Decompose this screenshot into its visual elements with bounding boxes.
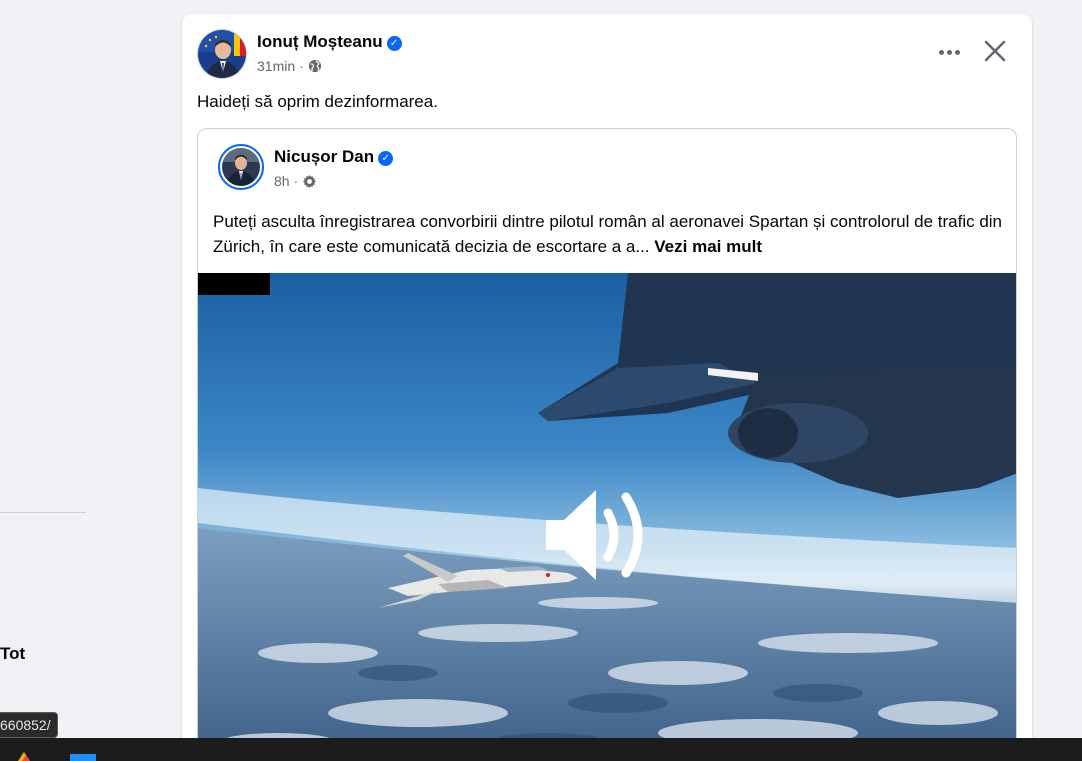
more-dot [946, 49, 952, 55]
meta-separator: · [293, 173, 299, 189]
shared-post-meta: 8h · [274, 173, 317, 189]
shared-author-name[interactable]: Nicușor Dan ✓ [274, 147, 394, 167]
url-tooltip-text: 660852/ [0, 717, 51, 733]
sidebar-divider [0, 512, 86, 513]
author-name-text[interactable]: Ionuț Moșteanu [257, 32, 383, 51]
author-name[interactable]: Ionuț Moșteanu ✓ [257, 32, 402, 52]
shared-author-avatar[interactable] [218, 144, 264, 190]
shared-post-text: Puteți asculta înregistrarea convorbirii… [213, 209, 1003, 259]
shared-post-time[interactable]: 8h [274, 173, 290, 189]
post-meta: 31min · [257, 58, 322, 74]
app-icon[interactable] [70, 754, 96, 761]
author-avatar[interactable] [197, 29, 247, 79]
shared-author-name-text[interactable]: Nicușor Dan [274, 147, 374, 166]
see-more-link[interactable]: Vezi mai mult [654, 237, 762, 256]
post-text: Haideți să oprim dezinformarea. [197, 92, 438, 111]
shared-post[interactable]: Nicușor Dan ✓ 8h · Puteți asculta înregis… [197, 128, 1017, 754]
shared-post-body: Puteți asculta înregistrarea convorbirii… [213, 212, 1003, 256]
shared-avatar-image [222, 148, 260, 186]
url-tooltip: 660852/ [0, 712, 58, 738]
app-icon[interactable] [14, 752, 36, 761]
taskbar [0, 738, 1082, 761]
author-avatar-image [198, 30, 246, 78]
video-frame [198, 273, 1016, 754]
more-options-button[interactable] [934, 40, 964, 64]
close-icon[interactable] [980, 36, 1010, 66]
post-time[interactable]: 31min [257, 58, 295, 74]
meta-separator: · [299, 58, 304, 74]
feed-post: Ionuț Moșteanu ✓ 31min · Haideți să oprim… [182, 14, 1032, 754]
more-dot [938, 49, 944, 55]
globe-icon [308, 59, 321, 73]
video-media[interactable] [198, 273, 1016, 754]
sidebar-partial-label[interactable]: Tot [0, 644, 25, 664]
more-dot [954, 49, 960, 55]
gear-icon [303, 174, 317, 188]
verified-icon: ✓ [386, 36, 402, 51]
verified-icon: ✓ [378, 151, 394, 166]
